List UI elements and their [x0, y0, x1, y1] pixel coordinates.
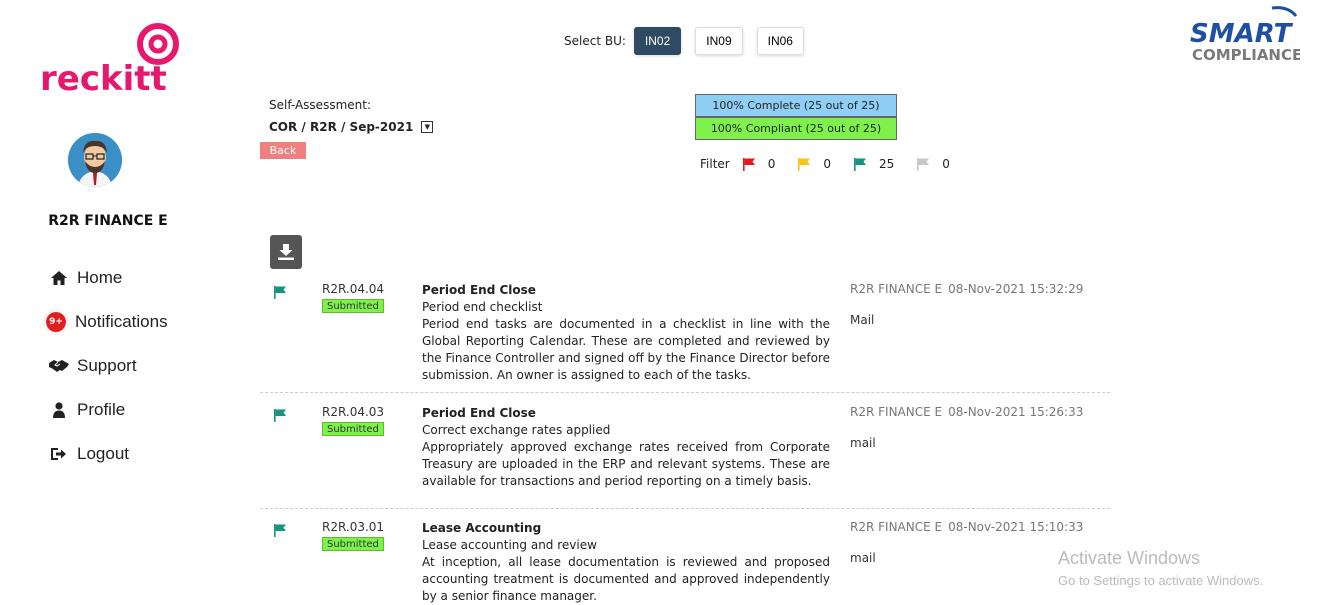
- record-row[interactable]: R2R.04.03 Submitted Period End Close Cor…: [260, 403, 1110, 509]
- flag-filter: Filter 0 0 25 0: [700, 157, 972, 171]
- status-badge: Submitted: [322, 422, 384, 436]
- nav-label-notifications: Notifications: [75, 312, 168, 331]
- green-flag-icon: [854, 158, 866, 171]
- home-icon: [46, 268, 72, 288]
- self-assessment-selector[interactable]: COR / R2R / Sep-2021 ▼: [269, 120, 434, 134]
- smart-compliance-logo: SMART COMPLIANCE: [1188, 6, 1302, 66]
- nav-label-logout: Logout: [77, 444, 129, 463]
- submission-meta: R2R FINANCE E 08-Nov-2021 15:32:29: [850, 282, 1089, 296]
- filter-label: Filter: [700, 157, 730, 171]
- submission-meta: R2R FINANCE E 08-Nov-2021 15:26:33: [850, 405, 1089, 419]
- control-description: Period end tasks are documented in a che…: [422, 317, 830, 382]
- self-assessment-value: COR / R2R / Sep-2021: [269, 120, 414, 134]
- control-details: Period End Close Period end checklist Pe…: [422, 282, 830, 384]
- submitted-by: R2R FINANCE E: [850, 405, 943, 419]
- user-name: R2R FINANCE E: [48, 213, 168, 229]
- caret-down-icon[interactable]: ▼: [421, 121, 434, 133]
- control-code: R2R.03.01: [322, 520, 385, 534]
- grey-flag-icon: [917, 158, 930, 171]
- nav-item-logout[interactable]: Logout: [46, 432, 168, 476]
- filter-yellow-flag[interactable]: 0: [797, 157, 831, 171]
- nav-item-profile[interactable]: Profile: [46, 388, 168, 432]
- status-badge: Submitted: [322, 537, 384, 551]
- record-row[interactable]: R2R.04.04 Submitted Period End Close Per…: [260, 280, 1110, 393]
- submitted-by: R2R FINANCE E: [850, 282, 943, 296]
- status-badge: Submitted: [322, 299, 384, 313]
- handshake-icon: [46, 356, 72, 376]
- windows-activation-watermark: Activate Windows Go to Settings to activ…: [1058, 548, 1263, 588]
- submitted-at: 08-Nov-2021 15:26:33: [948, 405, 1084, 419]
- logout-icon: [46, 444, 72, 464]
- filter-red-flag[interactable]: 0: [742, 157, 776, 171]
- sidebar-nav: Home 9+ Notifications Support Profile Lo…: [44, 256, 168, 476]
- control-subtitle: Period end checklist: [422, 300, 543, 314]
- nav-label-support: Support: [77, 356, 137, 375]
- reckitt-logo: reckitt: [40, 22, 180, 96]
- svg-text:COMPLIANCE: COMPLIANCE: [1192, 46, 1300, 64]
- avatar: [68, 133, 122, 187]
- nav-label-profile: Profile: [77, 400, 126, 419]
- yellow-flag-icon: [798, 158, 811, 171]
- control-code: R2R.04.03: [322, 405, 385, 419]
- green-flag-count: 25: [879, 157, 895, 171]
- record-comment: Mail: [850, 313, 875, 327]
- control-subtitle: Lease accounting and review: [422, 538, 597, 552]
- record-comment: mail: [850, 551, 876, 565]
- nav-label-home: Home: [77, 268, 123, 287]
- watermark-subtitle: Go to Settings to activate Windows.: [1058, 573, 1264, 588]
- control-code: R2R.04.04: [322, 282, 385, 296]
- bu-label: Select BU:: [564, 34, 626, 48]
- submitted-by: R2R FINANCE E: [850, 520, 943, 534]
- svg-text:reckitt: reckitt: [40, 59, 167, 96]
- download-button[interactable]: [270, 235, 302, 269]
- control-title: Period End Close: [422, 406, 536, 420]
- submission-meta: R2R FINANCE E 08-Nov-2021 15:10:33: [850, 520, 1089, 534]
- yellow-flag-count: 0: [823, 157, 831, 171]
- control-details: Period End Close Correct exchange rates …: [422, 405, 830, 490]
- filter-green-flag[interactable]: 25: [853, 157, 894, 171]
- complete-status-bar: 100% Complete (25 out of 25): [695, 94, 897, 117]
- submitted-at: 08-Nov-2021 15:32:29: [948, 282, 1084, 296]
- control-title: Lease Accounting: [422, 521, 542, 535]
- green-flag-icon: [274, 286, 286, 299]
- record-comment: mail: [850, 436, 876, 450]
- control-description: At inception, all lease documentation is…: [422, 555, 830, 603]
- filter-grey-flag[interactable]: 0: [916, 157, 950, 171]
- nav-item-notifications[interactable]: 9+ Notifications: [44, 300, 168, 344]
- svg-text:SMART: SMART: [1190, 19, 1294, 49]
- self-assessment-label: Self-Assessment:: [269, 98, 371, 112]
- record-row[interactable]: R2R.03.01 Submitted Lease Accounting Lea…: [260, 518, 1110, 605]
- download-icon: [278, 244, 294, 260]
- control-details: Lease Accounting Lease accounting and re…: [422, 520, 830, 605]
- back-button[interactable]: Back: [260, 142, 306, 159]
- bu-button-in06[interactable]: IN06: [756, 27, 804, 55]
- assessment-records-list: R2R.04.04 Submitted Period End Close Per…: [260, 280, 1110, 605]
- bu-button-in02[interactable]: IN02: [633, 27, 682, 55]
- green-flag-icon: [274, 524, 286, 537]
- submitted-at: 08-Nov-2021 15:10:33: [948, 520, 1084, 534]
- control-title: Period End Close: [422, 283, 536, 297]
- control-subtitle: Correct exchange rates applied: [422, 423, 611, 437]
- red-flag-icon: [742, 158, 755, 171]
- compliant-status-bar: 100% Compliant (25 out of 25): [695, 117, 897, 140]
- nav-item-home[interactable]: Home: [46, 256, 168, 300]
- grey-flag-count: 0: [942, 157, 950, 171]
- user-icon: [46, 400, 72, 420]
- bu-selector: Select BU: IN02 IN09 IN06: [564, 27, 818, 55]
- green-flag-icon: [274, 409, 286, 422]
- nav-item-support[interactable]: Support: [46, 344, 168, 388]
- control-description: Appropriately approved exchange rates re…: [422, 440, 830, 488]
- red-flag-count: 0: [767, 157, 776, 171]
- bu-button-in09[interactable]: IN09: [695, 27, 743, 55]
- watermark-title: Activate Windows: [1058, 548, 1201, 568]
- notification-badge: 9+: [44, 310, 68, 334]
